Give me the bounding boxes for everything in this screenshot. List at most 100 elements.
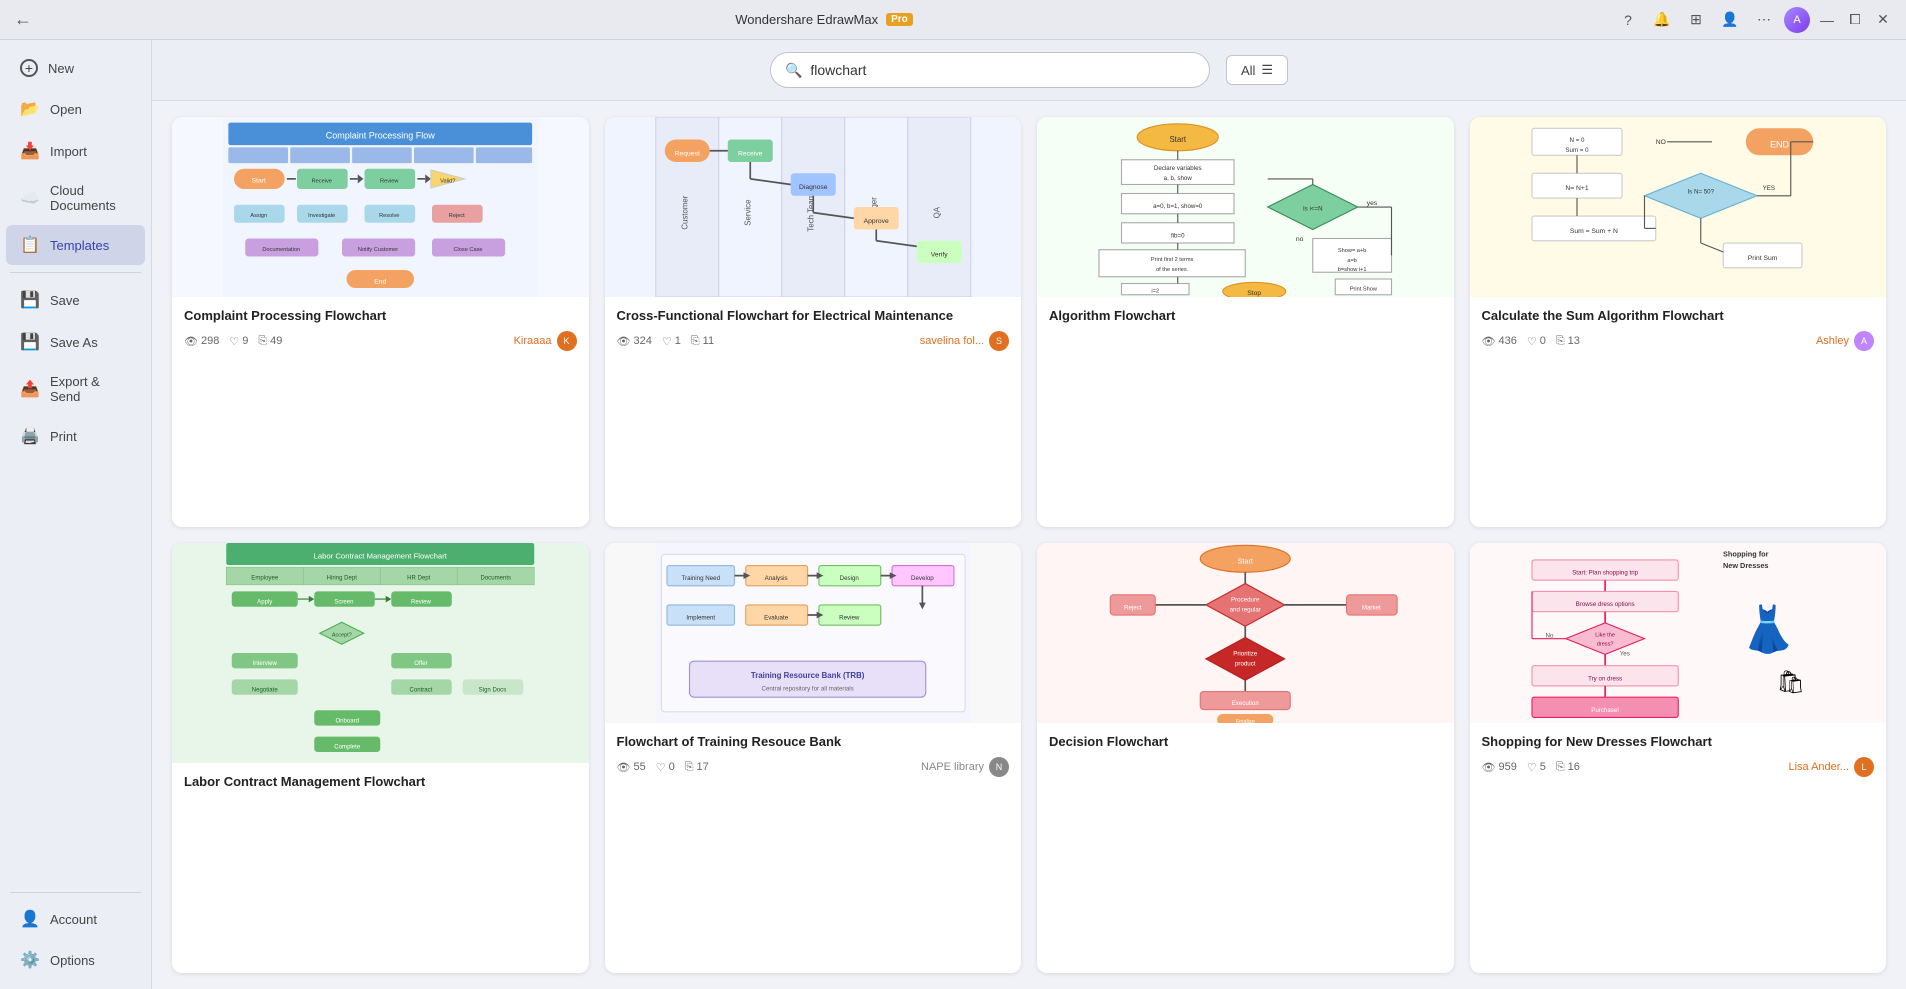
svg-text:Market: Market (1362, 604, 1381, 611)
sidebar-item-cloud[interactable]: ☁️ Cloud Documents (6, 173, 145, 223)
svg-text:N= N+1: N= N+1 (1565, 185, 1589, 192)
sidebar-item-open[interactable]: 📂 Open (6, 89, 145, 129)
shopping-likes: ♡ 5 (1527, 761, 1546, 774)
complaint-likes: ♡ 9 (229, 335, 248, 348)
card-training[interactable]: Training Need Analysis Design Develop Im… (605, 543, 1022, 973)
svg-text:yes: yes (1367, 200, 1378, 207)
minimize-button[interactable]: — (1816, 9, 1838, 31)
sidebar-item-templates-label: Templates (50, 238, 109, 253)
sidebar-bottom: 👤 Account ⚙️ Options (0, 886, 151, 981)
svg-text:Investigate: Investigate (308, 213, 335, 219)
search-box[interactable]: 🔍 (770, 52, 1210, 88)
svg-text:Complete: Complete (334, 745, 361, 751)
copy-icon-2: ⎘ (691, 335, 700, 348)
help-button[interactable]: ? (1614, 6, 1642, 34)
sidebar-item-import[interactable]: 📥 Import (6, 131, 145, 171)
card-algorithm-fib-body: Algorithm Flowchart (1037, 297, 1454, 341)
user-button[interactable]: 👤 (1716, 6, 1744, 34)
apps-button[interactable]: ⊞ (1682, 6, 1710, 34)
sidebar-item-account-label: Account (50, 912, 97, 927)
svg-text:a, b, show: a, b, show (1164, 175, 1193, 182)
card-shopping-title: Shopping for New Dresses Flowchart (1482, 733, 1875, 751)
account-icon: 👤 (20, 909, 40, 929)
sidebar-item-new[interactable]: + New (6, 49, 145, 87)
complaint-author: Kiraaaa K (514, 331, 577, 351)
filter-chevron-icon: ☰ (1261, 62, 1273, 78)
svg-text:Sum = Sum + N: Sum = Sum + N (1569, 228, 1617, 235)
sidebar: + New 📂 Open 📥 Import ☁️ Cloud Documents… (0, 40, 152, 989)
sidebar-item-account[interactable]: 👤 Account (6, 899, 145, 939)
card-calc-image: N = 0 Sum = 0 NO END N= N+1 Sum = Su (1470, 117, 1887, 297)
sidebar-item-templates[interactable]: 📋 Templates (6, 225, 145, 265)
maximize-button[interactable]: ⧠ (1844, 9, 1866, 31)
author-avatar-training: N (989, 757, 1009, 777)
back-button[interactable]: ← (12, 9, 34, 31)
card-algorithm-fib[interactable]: Start Declare variables a, b, show a=0, … (1037, 117, 1454, 527)
filter-button[interactable]: All ☰ (1226, 55, 1288, 85)
svg-text:Procedure: Procedure (1231, 597, 1260, 604)
sidebar-item-options[interactable]: ⚙️ Options (6, 940, 145, 980)
sidebar-item-saveas-label: Save As (50, 335, 98, 350)
svg-text:Review: Review (839, 615, 860, 622)
svg-text:YES: YES (1762, 185, 1774, 192)
cross-copies: ⎘ 11 (691, 335, 714, 348)
training-copies: ⎘ 17 (685, 761, 709, 774)
sidebar-item-export[interactable]: 📤 Export & Send (6, 364, 145, 414)
svg-text:NO: NO (1655, 139, 1665, 146)
options-icon: ⚙️ (20, 950, 40, 970)
author-avatar-shopping: L (1854, 757, 1874, 777)
heart-icon-8: ♡ (1527, 761, 1537, 774)
svg-text:Start: Start (1238, 556, 1253, 565)
svg-text:Central repository for all mat: Central repository for all materials (761, 685, 853, 692)
svg-text:Labor Contract Management Flow: Labor Contract Management Flowchart (314, 551, 448, 560)
main-layout: + New 📂 Open 📥 Import ☁️ Cloud Documents… (0, 40, 1906, 989)
svg-text:Employee: Employee (251, 575, 279, 581)
svg-text:Resolve: Resolve (379, 213, 399, 219)
card-shopping[interactable]: Shopping for New Dresses Start: Plan sho… (1470, 543, 1887, 973)
svg-text:END: END (1769, 139, 1789, 149)
sidebar-item-export-label: Export & Send (50, 374, 131, 404)
svg-text:Screen: Screen (334, 600, 353, 606)
svg-text:Approve: Approve (863, 218, 888, 225)
card-calc[interactable]: N = 0 Sum = 0 NO END N= N+1 Sum = Su (1470, 117, 1887, 527)
complaint-copies: ⎘ 49 (258, 335, 282, 348)
svg-text:Review: Review (380, 178, 399, 184)
card-decision[interactable]: Start Procedure and regular Reject (1037, 543, 1454, 973)
card-shopping-meta: 👁 959 ♡ 5 ⎘ 16 Lisa Ander... (1482, 757, 1875, 777)
svg-text:Start: Start (1169, 135, 1186, 144)
shopping-copies: ⎘ 16 (1556, 761, 1580, 774)
svg-text:End: End (374, 279, 386, 286)
author-avatar-cross: S (989, 331, 1009, 351)
sidebar-item-save[interactable]: 💾 Save (6, 280, 145, 320)
svg-text:Onboard: Onboard (335, 718, 359, 724)
card-training-body: Flowchart of Training Resouce Bank 👁 55 … (605, 723, 1022, 787)
card-complaint-title: Complaint Processing Flowchart (184, 307, 577, 325)
svg-text:Reject: Reject (449, 213, 465, 219)
svg-text:i=2: i=2 (1151, 289, 1159, 295)
card-labor-body: Labor Contract Management Flowchart (172, 763, 589, 807)
search-input[interactable] (810, 62, 1195, 78)
card-labor[interactable]: Labor Contract Management Flowchart Empl… (172, 543, 589, 973)
card-cross-functional[interactable]: Customer Service Tech Team Manager QA (605, 117, 1022, 527)
more-button[interactable]: ⋯ (1750, 6, 1778, 34)
eye-icon-2: 👁 (617, 335, 631, 348)
titlebar-center: Wondershare EdrawMax Pro (735, 12, 913, 27)
notification-button[interactable]: 🔔 (1648, 6, 1676, 34)
svg-text:product: product (1235, 661, 1256, 668)
card-complaint[interactable]: Complaint Processing Flow Start Receive (172, 117, 589, 527)
svg-text:b=show i+1: b=show i+1 (1338, 267, 1367, 273)
card-calc-meta: 👁 436 ♡ 0 ⎘ 13 Ashley A (1482, 331, 1875, 351)
sidebar-item-print[interactable]: 🖨️ Print (6, 416, 145, 456)
svg-text:Print Show: Print Show (1350, 286, 1378, 292)
card-labor-image: Labor Contract Management Flowchart Empl… (172, 543, 589, 763)
close-button[interactable]: ✕ (1872, 9, 1894, 31)
training-author: NAPE library N (921, 757, 1009, 777)
svg-text:no: no (1296, 236, 1304, 243)
sidebar-item-new-label: New (48, 61, 74, 76)
content-area: 🔍 All ☰ Complaint Processing Flow (152, 40, 1906, 989)
svg-text:Implement: Implement (686, 615, 715, 622)
cloud-icon: ☁️ (20, 188, 40, 208)
sidebar-item-saveas[interactable]: 💾 Save As (6, 322, 145, 362)
svg-text:Receive: Receive (312, 178, 332, 184)
svg-text:Browse dress options: Browse dress options (1575, 601, 1634, 608)
